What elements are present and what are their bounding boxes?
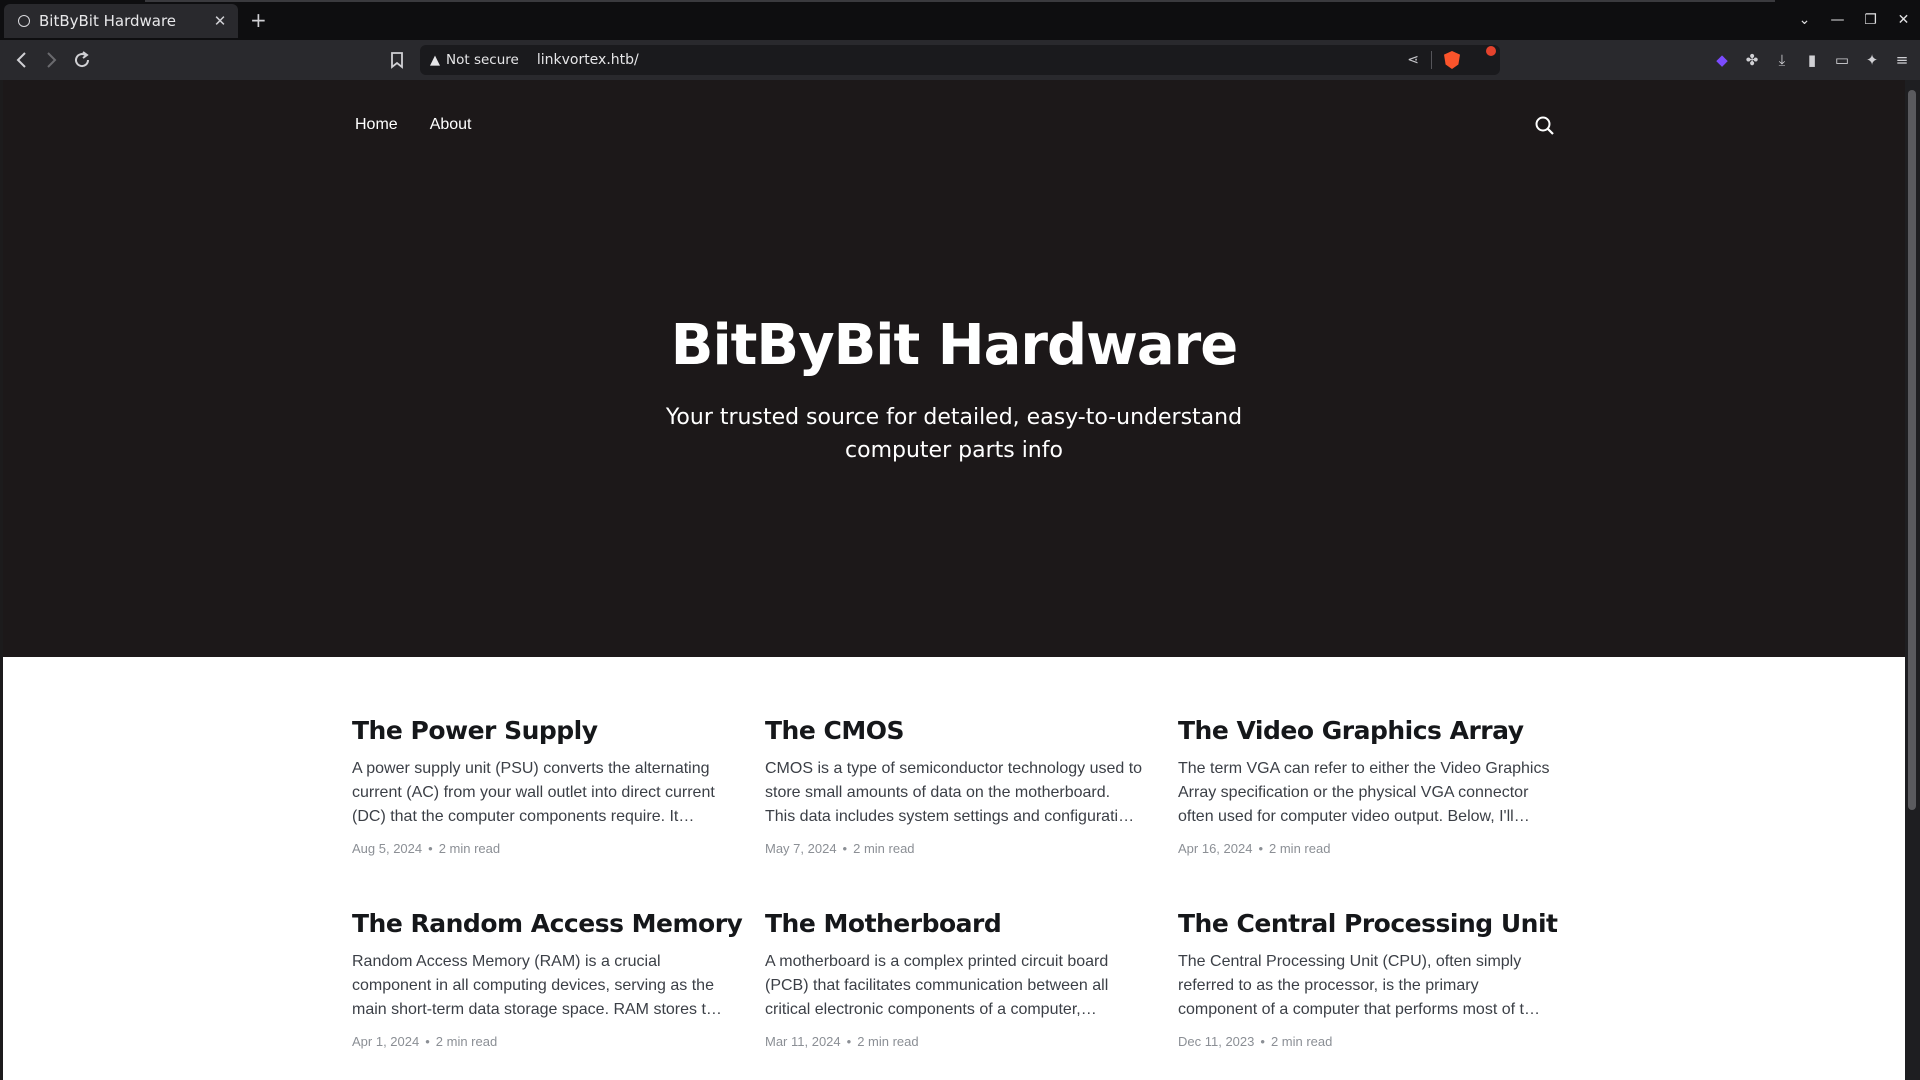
post-meta: May 7, 2024 • 2 min read: [765, 841, 1144, 856]
site-title: BitByBit Hardware: [670, 313, 1238, 378]
tab-strip-divider: [145, 0, 1775, 2]
nav-link-about[interactable]: About: [430, 116, 472, 134]
wallet-icon[interactable]: ▭: [1832, 48, 1852, 72]
restore-button[interactable]: ❐: [1854, 12, 1887, 28]
post-read-time: 2 min read: [438, 841, 501, 856]
post-excerpt[interactable]: Random Access Memory (RAM) is a crucial …: [352, 950, 731, 1022]
post-meta: Apr 16, 2024 • 2 min read: [1178, 841, 1557, 856]
post-title[interactable]: The Video Graphics Array: [1178, 715, 1557, 747]
nav-link-home[interactable]: Home: [355, 116, 398, 134]
bookmark-button[interactable]: [386, 48, 408, 72]
address-bar[interactable]: ▲ Not secure linkvortex.htb/ ⋖: [420, 45, 1500, 75]
post-title[interactable]: The CMOS: [765, 715, 1144, 747]
post-title[interactable]: The Random Access Memory: [352, 908, 743, 940]
post-date: Apr 16, 2024: [1178, 841, 1253, 856]
reload-icon: [75, 51, 90, 68]
downloads-icon[interactable]: ⤓: [1772, 48, 1792, 72]
extensions-icon[interactable]: ✤: [1742, 48, 1762, 72]
post-card[interactable]: The Motherboard A motherboard is a compl…: [765, 908, 1144, 1049]
post-meta: Apr 1, 2024 • 2 min read: [352, 1034, 731, 1049]
post-read-time: 2 min read: [1269, 841, 1331, 856]
sidebar-icon[interactable]: ▮: [1802, 48, 1822, 72]
forward-button[interactable]: [39, 48, 63, 72]
post-read-time: 2 min read: [435, 1034, 498, 1049]
post-title[interactable]: The Central Processing Unit: [1178, 908, 1558, 940]
share-icon[interactable]: ⋖: [1407, 52, 1419, 68]
post-date: May 7, 2024: [765, 841, 837, 856]
web-page: Home About BitByBit Hardware Your truste…: [0, 80, 1905, 1080]
post-meta: Aug 5, 2024 • 2 min read: [352, 841, 731, 856]
close-window-button[interactable]: ✕: [1887, 12, 1920, 28]
minimize-button[interactable]: —: [1821, 12, 1854, 28]
menu-icon[interactable]: ≡: [1892, 48, 1912, 72]
leo-ai-icon[interactable]: ✦: [1862, 48, 1882, 72]
post-title[interactable]: The Power Supply: [352, 715, 731, 747]
post-read-time: 2 min read: [857, 1034, 919, 1049]
address-bar-divider: [1431, 51, 1432, 69]
meta-separator: •: [842, 841, 848, 856]
meta-separator: •: [846, 1034, 852, 1049]
search-icon: [1535, 116, 1554, 135]
vpn-icon[interactable]: ◆: [1712, 48, 1732, 72]
brave-shields-icon[interactable]: [1444, 51, 1460, 69]
post-date: Mar 11, 2024: [765, 1034, 841, 1049]
post-card[interactable]: The Video Graphics Array The term VGA ca…: [1178, 715, 1557, 856]
window-controls: ⌄ — ❐ ✕: [1788, 0, 1920, 40]
post-excerpt[interactable]: A motherboard is a complex printed circu…: [765, 950, 1144, 1022]
site-description: Your trusted source for detailed, easy-t…: [665, 405, 1243, 463]
post-read-time: 2 min read: [1270, 1034, 1333, 1049]
post-card[interactable]: The Central Processing Unit The Central …: [1178, 908, 1558, 1049]
search-button[interactable]: [1533, 114, 1557, 138]
browser-toolbar: ▲ Not secure linkvortex.htb/ ⋖ ◆ ✤ ⤓ ▮ ▭…: [0, 40, 1920, 80]
post-meta: Dec 11, 2023 • 2 min read: [1178, 1034, 1557, 1049]
forward-arrow-icon: [47, 52, 57, 68]
globe-icon: [18, 15, 30, 27]
post-excerpt[interactable]: The term VGA can refer to either the Vid…: [1178, 757, 1557, 829]
warning-icon: ▲: [430, 52, 440, 68]
tab-strip: BitByBit Hardware ✕ + ⌄ — ❐ ✕: [0, 0, 1920, 40]
post-read-time: 2 min read: [853, 841, 915, 856]
post-excerpt[interactable]: A power supply unit (PSU) converts the a…: [352, 757, 731, 829]
notification-badge: [1486, 46, 1496, 56]
close-tab-icon[interactable]: ✕: [212, 12, 228, 30]
new-tab-button[interactable]: +: [250, 8, 267, 32]
site-navigation: Home About: [355, 116, 472, 134]
post-date: Aug 5, 2024: [352, 841, 423, 856]
post-grid: The Power Supply A power supply unit (PS…: [352, 715, 1558, 1049]
post-date: Apr 1, 2024: [352, 1034, 420, 1049]
scrollbar-thumb[interactable]: [1908, 90, 1916, 810]
post-meta: Mar 11, 2024 • 2 min read: [765, 1034, 1144, 1049]
brave-rewards-icon[interactable]: [1472, 46, 1496, 68]
back-arrow-icon: [16, 52, 26, 68]
meta-separator: •: [425, 1034, 430, 1049]
post-excerpt[interactable]: The Central Processing Unit (CPU), often…: [1178, 950, 1557, 1022]
post-title[interactable]: The Motherboard: [765, 908, 1144, 940]
meta-separator: •: [1258, 841, 1264, 856]
post-date: Dec 11, 2023: [1178, 1034, 1255, 1049]
reload-button[interactable]: [70, 48, 94, 72]
url-text[interactable]: linkvortex.htb/: [537, 52, 1407, 68]
meta-separator: •: [428, 841, 433, 856]
security-indicator[interactable]: Not secure: [446, 52, 519, 68]
meta-separator: •: [1260, 1034, 1265, 1049]
site-header: Home About BitByBit Hardware Your truste…: [3, 80, 1905, 657]
post-card[interactable]: The Random Access Memory Random Access M…: [352, 908, 743, 1049]
extension-toolbar: ◆ ✤ ⤓ ▮ ▭ ✦ ≡: [1712, 48, 1912, 72]
post-feed: The Power Supply A power supply unit (PS…: [3, 657, 1905, 1080]
tab-list-chevron-icon[interactable]: ⌄: [1788, 12, 1821, 28]
post-card[interactable]: The CMOS CMOS is a type of semiconductor…: [765, 715, 1144, 856]
back-button[interactable]: [10, 48, 34, 72]
bookmark-icon: [391, 52, 403, 69]
tab-title: BitByBit Hardware: [39, 12, 177, 30]
post-card[interactable]: The Power Supply A power supply unit (PS…: [352, 715, 731, 856]
post-excerpt[interactable]: CMOS is a type of semiconductor technolo…: [765, 757, 1144, 829]
browser-tab[interactable]: BitByBit Hardware ✕: [4, 4, 238, 38]
